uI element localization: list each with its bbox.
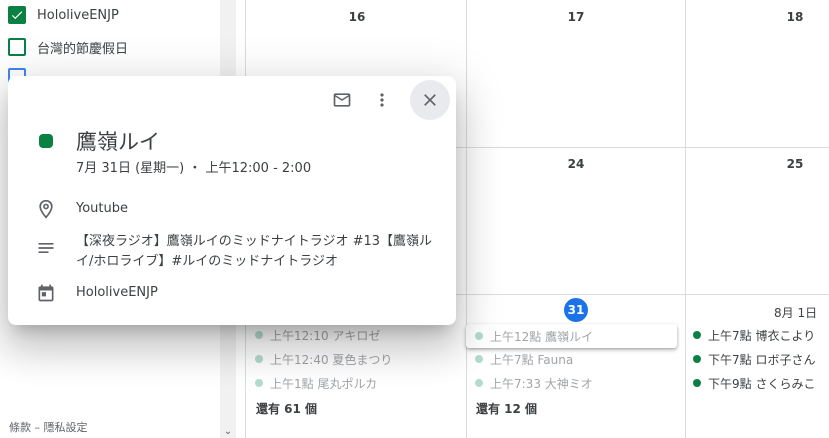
event-chip[interactable]: 上午12:40 夏色まつり — [255, 349, 392, 369]
event-dot-icon — [255, 355, 263, 363]
more-events-link[interactable]: 還有 12 個 — [476, 400, 537, 417]
event-color-swatch — [39, 134, 53, 148]
event-dot-icon — [693, 379, 701, 387]
event-chip[interactable]: 上午1點 尾丸ポルカ — [255, 373, 377, 393]
event-description: 【深夜ラジオ】鷹嶺ルイのミッドナイトラジオ #13【鷹嶺ルイ/ホロライブ】#ルイ… — [76, 234, 433, 269]
description-icon — [36, 238, 56, 258]
event-label: 上午7:33 大神ミオ — [490, 376, 593, 391]
day-number[interactable]: 18 — [780, 10, 810, 24]
event-chip[interactable]: 上午7:33 大神ミオ — [475, 373, 593, 393]
event-location: Youtube — [76, 201, 128, 216]
day-number[interactable]: 16 — [342, 10, 372, 24]
close-icon — [424, 94, 436, 106]
event-dot-icon — [693, 331, 701, 339]
chevron-down-icon[interactable]: ⌄ — [222, 426, 234, 438]
day-number[interactable]: 8月 1日 — [774, 304, 817, 321]
event-chip[interactable]: 上午12:10 アキロゼ — [255, 325, 380, 345]
day-number[interactable]: 17 — [561, 10, 591, 24]
event-label: 上午7點 博衣こより — [708, 328, 816, 343]
day-number[interactable]: 24 — [561, 157, 591, 171]
event-dot-icon — [475, 332, 483, 340]
event-chip[interactable]: 下午9點 さくらみこ — [693, 373, 815, 393]
email-guests-button[interactable] — [322, 80, 362, 120]
more-events-link[interactable]: 還有 61 個 — [256, 400, 317, 417]
event-label: 上午12點 鷹嶺ルイ — [490, 329, 594, 344]
event-label: 上午1點 尾丸ポルカ — [270, 376, 378, 391]
close-button[interactable] — [410, 80, 450, 120]
event-dot-icon — [255, 379, 263, 387]
footer-links[interactable]: 條款 – 隱私設定 — [9, 419, 88, 435]
event-chip[interactable]: 上午7點 博衣こより — [693, 325, 815, 345]
calendar-item-label: 台灣的節慶假日 — [37, 41, 129, 57]
checkbox-unchecked-icon[interactable] — [8, 38, 26, 56]
event-datetime: 7月 31日 (星期一) ・ 上午12:00 - 2:00 — [76, 161, 312, 176]
grid-divider — [685, 0, 686, 438]
day-number[interactable]: 25 — [780, 157, 810, 171]
calendar-item-label: HololiveENJP — [37, 7, 119, 23]
event-calendar-name: HololiveENJP — [76, 285, 158, 300]
event-chip-selected[interactable]: 上午12點 鷹嶺ルイ — [475, 326, 593, 346]
event-dot-icon — [475, 355, 483, 363]
event-dot-icon — [475, 379, 483, 387]
event-chip[interactable]: 下午7點 ロボ子さん — [693, 349, 815, 369]
more-vert-icon — [380, 93, 384, 107]
more-options-button[interactable] — [362, 80, 402, 120]
calendar-item-taiwan-holidays[interactable]: 台灣的節慶假日 — [8, 36, 128, 58]
event-label: 上午12:10 アキロゼ — [270, 328, 381, 343]
today-day-number[interactable]: 31 — [564, 298, 588, 322]
location-icon — [36, 199, 56, 219]
checkbox-checked-icon[interactable] — [8, 6, 26, 24]
event-chip[interactable]: 上午7點 Fauna — [475, 349, 573, 369]
event-detail-popup: 鷹嶺ルイ 7月 31日 (星期一) ・ 上午12:00 - 2:00 Youtu… — [8, 76, 456, 325]
event-label: 上午7點 Fauna — [490, 352, 574, 367]
event-label: 上午12:40 夏色まつり — [270, 352, 393, 367]
grid-divider — [466, 0, 467, 438]
email-icon — [333, 93, 351, 107]
event-dot-icon — [255, 331, 263, 339]
event-label: 下午7點 ロボ子さん — [708, 352, 816, 367]
calendar-item-hololiveenjp[interactable]: HololiveENJP — [8, 4, 119, 26]
event-dot-icon — [693, 355, 701, 363]
calendar-icon — [36, 283, 56, 303]
event-label: 下午9點 さくらみこ — [708, 376, 816, 391]
event-title: 鷹嶺ルイ — [76, 130, 160, 154]
